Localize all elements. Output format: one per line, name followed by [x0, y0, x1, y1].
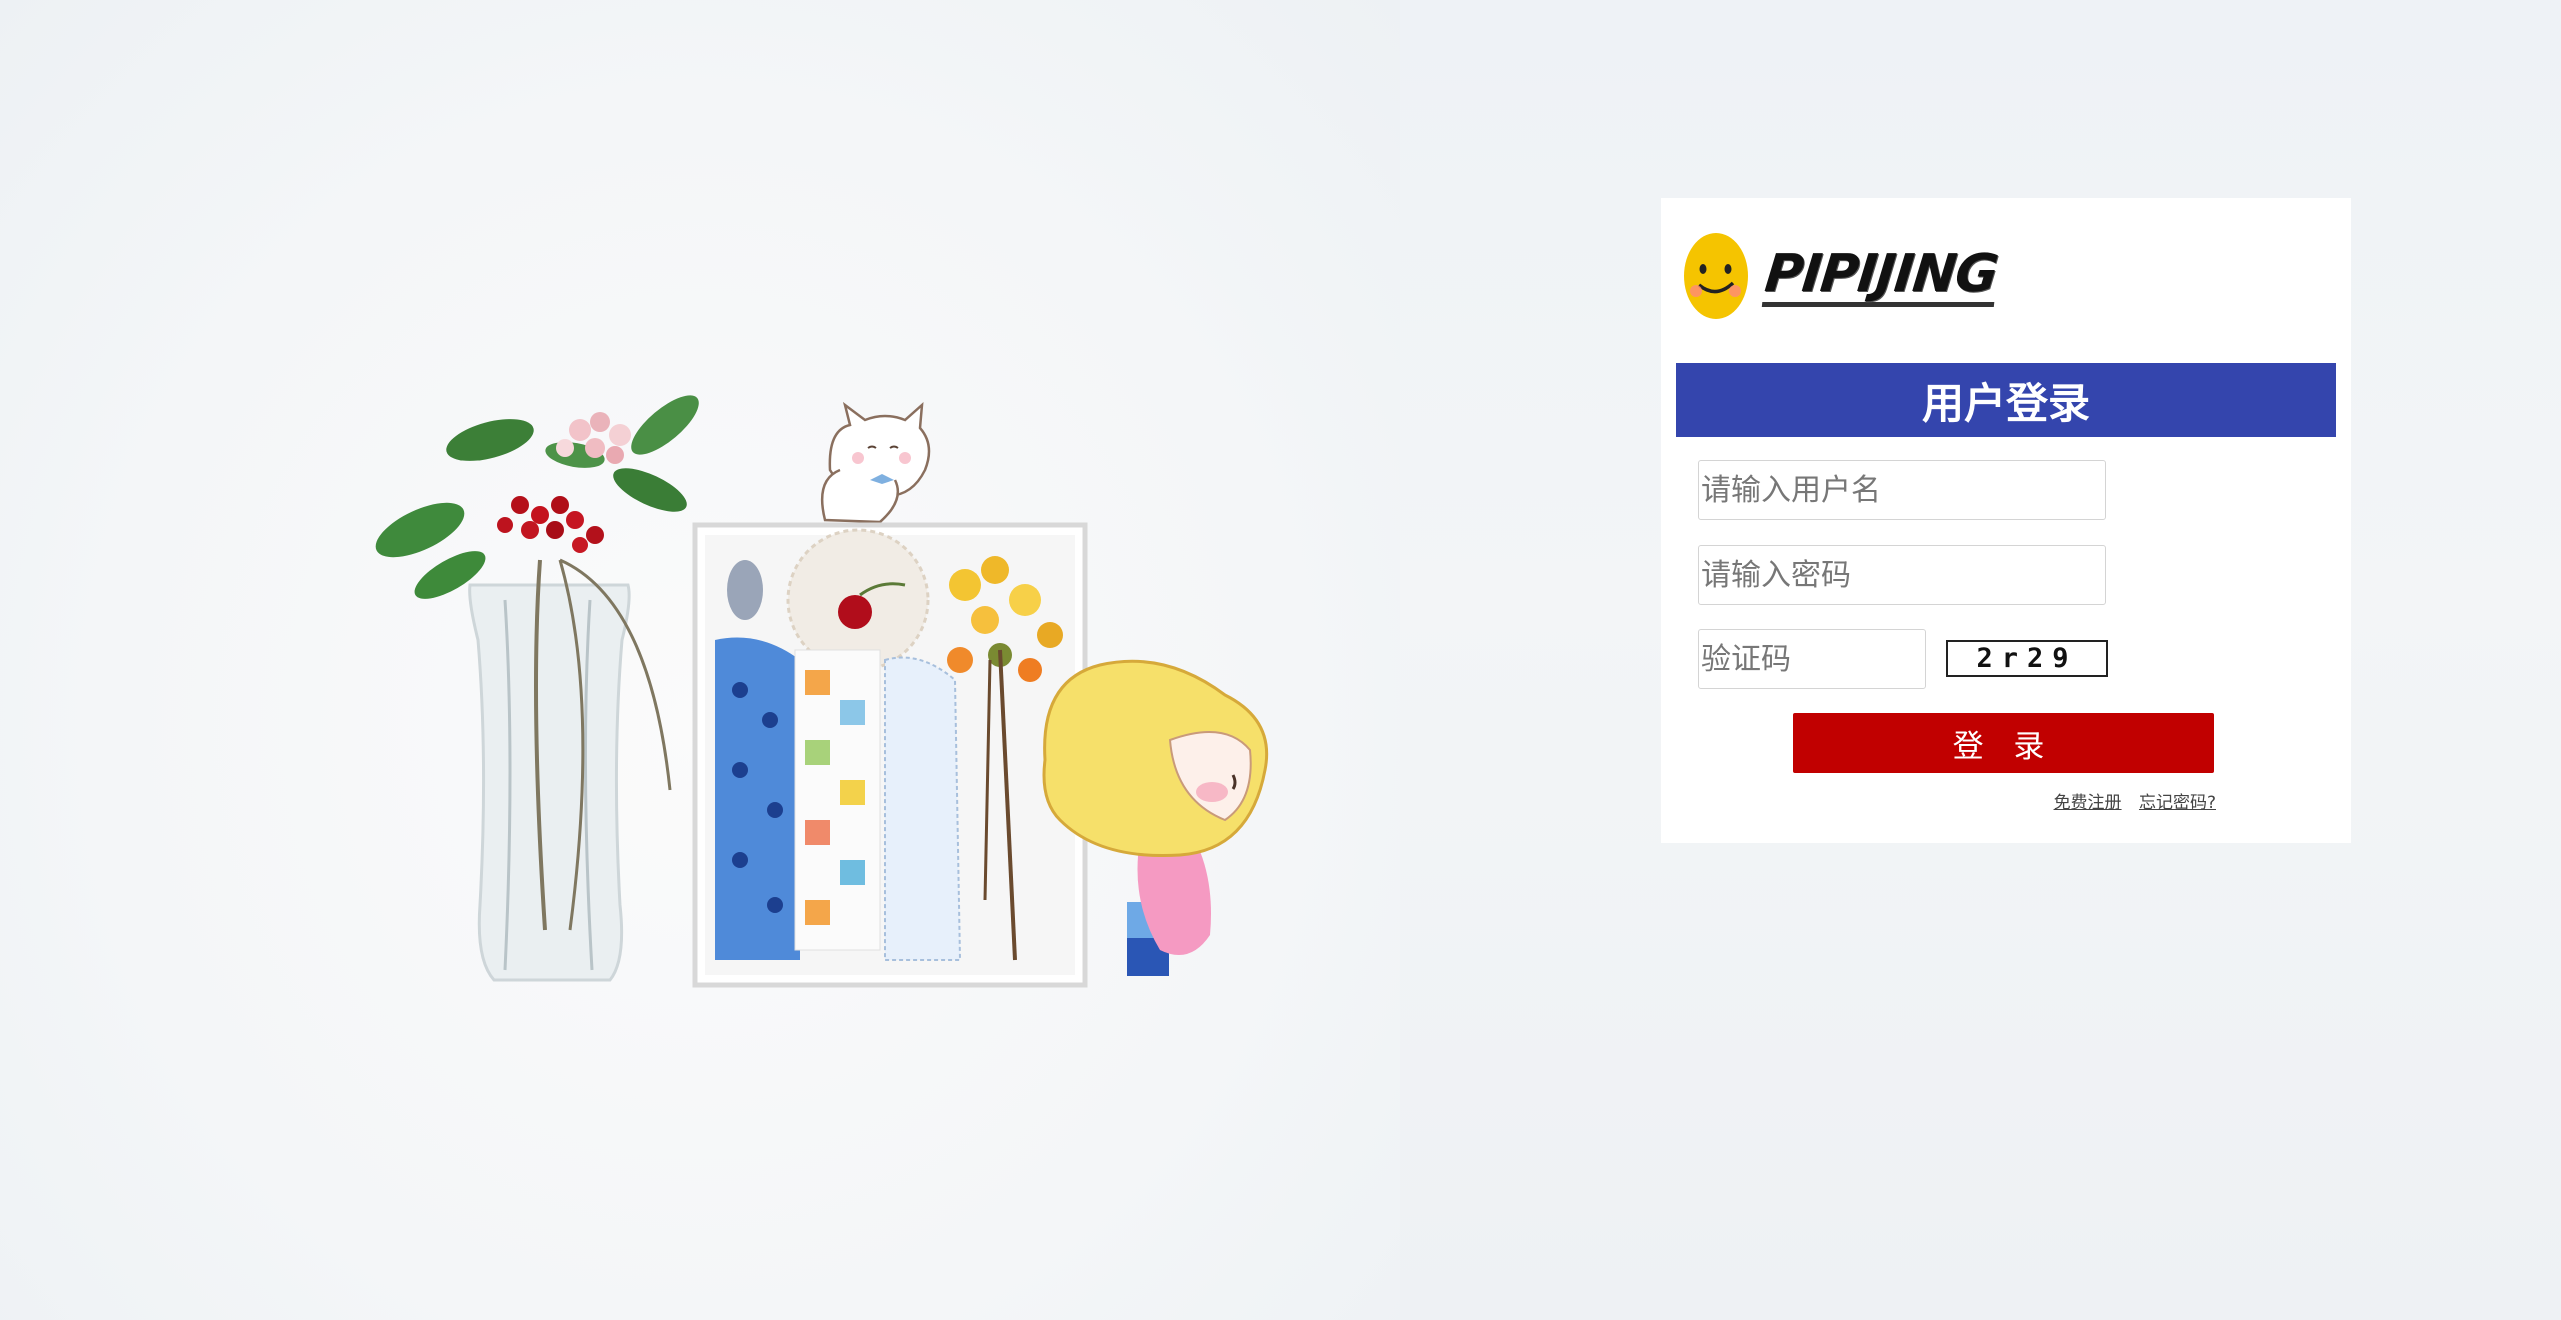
login-button[interactable]: 登 录	[1793, 713, 2214, 773]
logo-wordmark: PIPIJING	[1761, 244, 2000, 307]
forgot-password-link[interactable]: 忘记密码?	[2139, 793, 2216, 813]
login-title-bar: 用户登录	[1676, 363, 2336, 437]
captcha-code: 2r29	[1976, 643, 2078, 674]
login-title: 用户登录	[1921, 378, 2090, 428]
cat-icon	[820, 401, 931, 524]
decorative-illustration	[375, 395, 1269, 988]
captcha-image[interactable]: 2r29	[1946, 640, 2108, 677]
username-input[interactable]	[1698, 460, 2106, 520]
password-input[interactable]	[1698, 545, 2106, 605]
login-button-label: 登 录	[1952, 728, 2055, 765]
auth-links: 免费注册 忘记密码?	[2042, 788, 2216, 813]
gift-box-icon	[692, 522, 1088, 988]
register-link[interactable]: 免费注册	[2054, 793, 2122, 813]
site-logo[interactable]: PIPIJING	[1683, 231, 2000, 321]
smiley-face-icon	[1684, 233, 1748, 319]
login-panel: PIPIJING 用户登录 2r29 登 录 免费注册 忘记密码?	[1661, 198, 2351, 843]
captcha-input[interactable]	[1698, 629, 1926, 689]
flower-vase-icon	[375, 395, 699, 982]
